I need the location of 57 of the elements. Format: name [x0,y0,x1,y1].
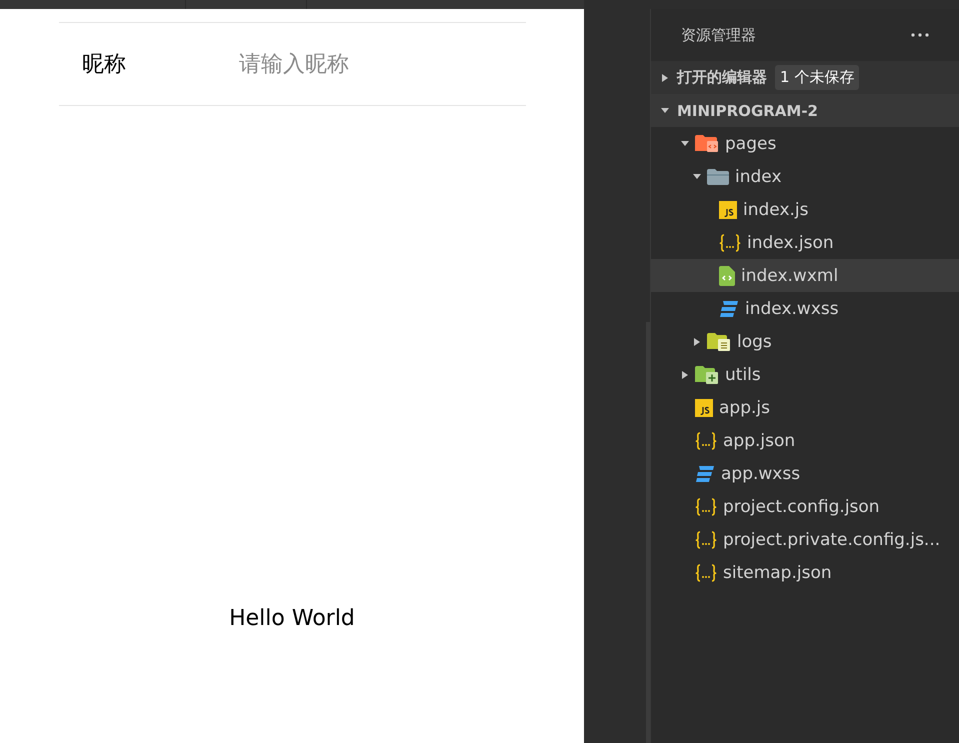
folder-icon [695,134,719,152]
chevron-icon[interactable] [681,370,689,378]
section-header[interactable]: 打开的编辑器 1 个未保存 [651,61,959,94]
file-name: index.json [747,232,834,252]
file-name: app.js [719,398,770,418]
js-file-icon [719,200,737,218]
nickname-label: 昵称 [81,51,127,79]
section-header[interactable]: MINIPROGRAM-2 [651,94,959,127]
file-name: index.wxss [745,298,839,318]
chevron-icon[interactable] [661,74,669,82]
file-name: pages [725,134,776,154]
chevron-icon[interactable] [681,140,689,148]
file-tree-item[interactable]: utils [651,358,959,391]
file-tree-item[interactable]: index [651,160,959,193]
greeting-text: Hello World [229,606,355,631]
more-icon[interactable] [911,33,929,37]
section-title: 打开的编辑器 [677,68,767,87]
css-icon [719,300,739,318]
chevron-icon[interactable] [661,106,669,114]
folder-icon [695,366,719,384]
braces-icon [695,498,717,516]
file-name: index.wxml [741,266,838,286]
file-name: project.private.config.js... [723,530,940,550]
code-file-icon [719,266,735,286]
file-tree-item[interactable]: sitemap.json [651,556,959,589]
file-name: sitemap.json [723,562,832,582]
braces-icon [695,530,717,548]
file-name: app.wxss [721,464,800,484]
file-tree-item[interactable]: pages [651,127,959,160]
file-tree-item[interactable]: logs [651,325,959,358]
panel-title: 资源管理器 [681,26,756,44]
file-name: project.config.json [723,496,880,516]
file-tree-item[interactable]: project.config.json [651,490,959,523]
file-tree-item[interactable]: app.json [651,424,959,457]
file-tree-item[interactable]: index.wxss [651,292,959,325]
file-name: index [735,166,782,186]
chevron-icon[interactable] [693,338,701,346]
file-tree-item[interactable]: index.js [651,193,959,226]
file-tree-item[interactable]: project.private.config.js... [651,523,959,556]
js-file-icon [695,398,713,416]
section-title: MINIPROGRAM-2 [677,102,818,120]
folder-icon [707,332,731,350]
file-name: utils [725,364,761,384]
braces-icon [695,564,717,582]
chevron-icon[interactable] [693,172,701,180]
css-icon [695,464,715,482]
unsaved-badge: 1 个未保存 [775,65,860,90]
braces-icon [695,432,717,450]
file-tree-item[interactable]: app.js [651,391,959,424]
file-tree-item[interactable]: index.json [651,226,959,259]
file-name: app.json [723,430,796,450]
file-name: logs [737,332,772,352]
file-tree-item[interactable]: app.wxss [651,457,959,490]
file-name: index.js [743,200,808,220]
folder-icon [707,168,729,184]
braces-icon [719,234,741,252]
file-tree-item[interactable]: index.wxml [651,259,959,292]
